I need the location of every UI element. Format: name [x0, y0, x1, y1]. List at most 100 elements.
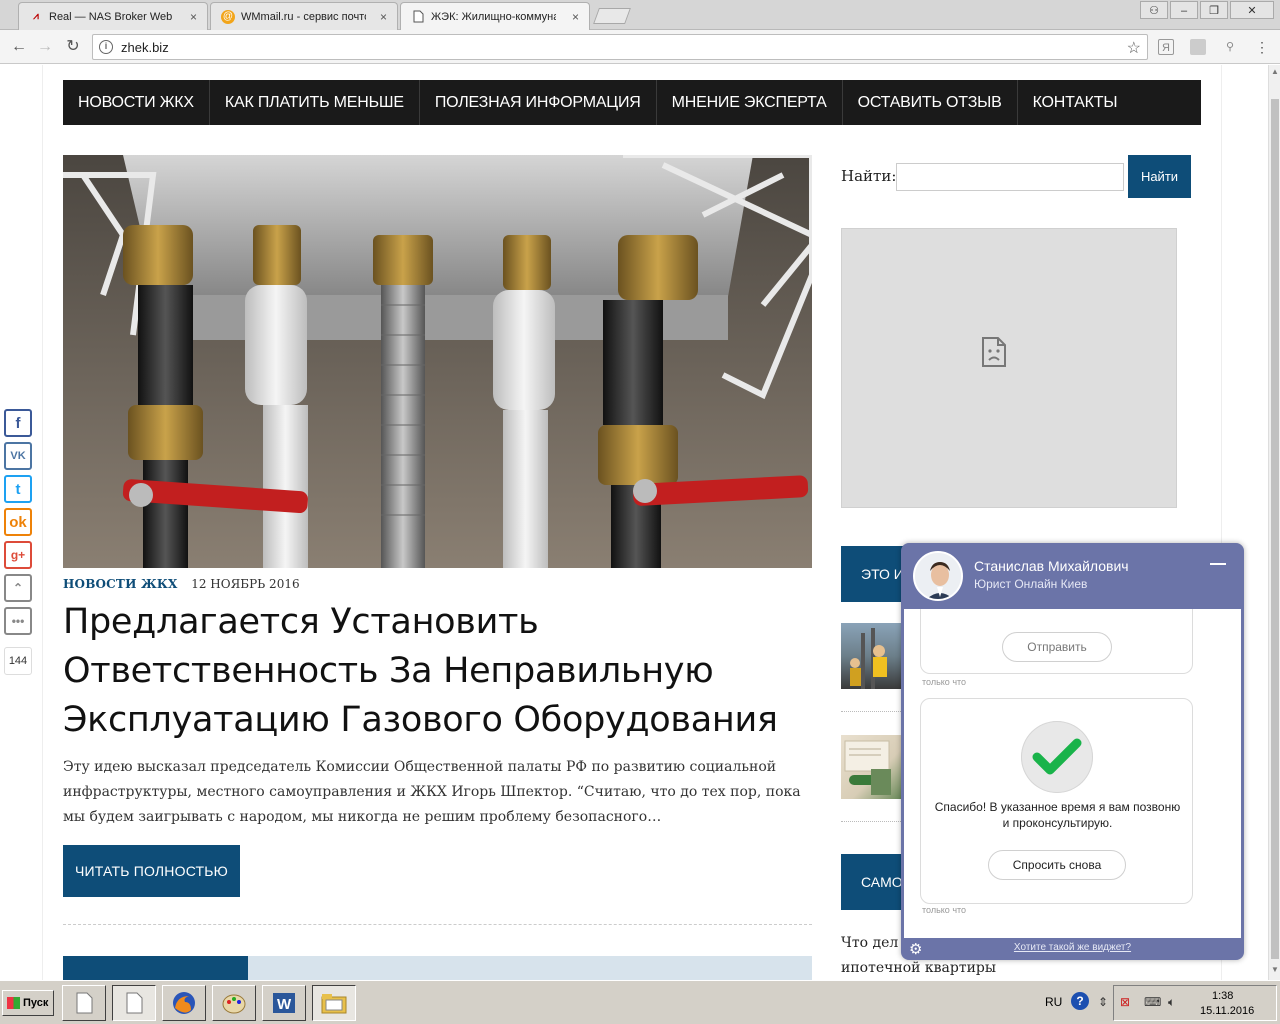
more-icon[interactable]: ••• [4, 607, 32, 635]
next-article-strip [63, 956, 812, 980]
tab-title: Real — NAS Broker Web MT [49, 10, 174, 23]
send-button[interactable]: Отправить [1002, 632, 1112, 662]
word-icon[interactable]: W [262, 985, 306, 1021]
volume-icon[interactable]: 🔈︎ [1168, 995, 1175, 1010]
minimize-button[interactable]: – [1170, 1, 1198, 19]
menu-icon[interactable]: ⋮ [1254, 39, 1270, 55]
sidebar-separator [841, 821, 901, 822]
close-icon[interactable]: × [190, 10, 197, 24]
search-label: Найти: [841, 167, 897, 185]
help-icon[interactable]: ? [1071, 992, 1089, 1010]
scroll-down-arrow[interactable]: ▼ [1271, 965, 1279, 974]
article-category-link[interactable]: НОВОСТИ ЖКХ [63, 577, 178, 591]
tray-expand-icon[interactable]: ⇕ [1098, 995, 1108, 1009]
chat-footer: Хотите такой же виджет? ⚙ [901, 938, 1244, 960]
message-timestamp: только что [922, 905, 967, 915]
network-warning-icon[interactable]: ⊠ [1120, 995, 1130, 1009]
chat-messages[interactable]: Отправить только что Спасибо! В указанно… [904, 609, 1241, 938]
bookmark-star-icon[interactable]: ☆ [1127, 38, 1141, 58]
start-button[interactable]: Пуск [2, 990, 54, 1016]
chat-message-bubble: Спасибо! В указанное время я вам позвоню… [920, 698, 1193, 904]
documents-image [844, 740, 891, 795]
svg-text:W: W [277, 996, 292, 1013]
close-icon[interactable]: × [380, 10, 387, 24]
vk-icon[interactable]: VK [4, 442, 32, 470]
clock-time[interactable]: 1:38 [1212, 990, 1233, 1002]
article-date: 12 НОЯБРЬ 2016 [191, 577, 300, 591]
nav-item-contacts[interactable]: КОНТАКТЫ [1018, 80, 1133, 125]
paint-icon[interactable] [212, 985, 256, 1021]
avatar [913, 551, 963, 601]
workers-image [850, 628, 887, 689]
language-indicator[interactable]: RU [1045, 995, 1062, 1009]
clock-date[interactable]: 15.11.2016 [1200, 1005, 1254, 1017]
window-controls: ⚇ – ❐ ✕ [1138, 1, 1274, 19]
tab-title: ЖЭК: Жилищно-коммунал [431, 11, 556, 23]
explorer-folder-icon[interactable] [312, 985, 356, 1021]
broken-page-icon [982, 337, 1006, 367]
nav-item-leave-review[interactable]: ОСТАВИТЬ ОТЗЫВ [843, 80, 1018, 125]
article-excerpt: Эту идею высказал председатель Комиссии … [63, 759, 801, 825]
article-title[interactable]: Предлагается Установить Ответственность … [63, 598, 812, 745]
ask-again-button[interactable]: Спросить снова [988, 850, 1126, 880]
back-icon[interactable]: ← [8, 36, 30, 58]
read-more-button[interactable]: ЧИТАТЬ ПОЛНОСТЬЮ [63, 845, 240, 897]
reload-icon[interactable]: ↻ [62, 36, 84, 58]
search-input[interactable] [896, 163, 1124, 191]
nav-item-news[interactable]: НОВОСТИ ЖКХ [63, 80, 210, 125]
gear-icon[interactable]: ⚙ [909, 940, 922, 958]
close-icon[interactable]: × [572, 10, 579, 24]
nav-item-useful-info[interactable]: ПОЛЕЗНАЯ ИНФОРМАЦИЯ [420, 80, 657, 125]
tab-zhek[interactable]: ЖЭК: Жилищно-коммунал × [400, 2, 590, 31]
facebook-icon[interactable]: f [4, 409, 32, 437]
article-divider [63, 924, 812, 925]
nav-item-pay-less[interactable]: КАК ПЛАТИТЬ МЕНЬШЕ [210, 80, 420, 125]
sidebar-post-thumbnail[interactable] [841, 735, 901, 799]
widget-promo-link[interactable]: Хотите такой же виджет? [901, 942, 1244, 953]
tab-wmmail[interactable]: @ WMmail.ru - сервис почтов × [210, 2, 398, 30]
google-plus-icon[interactable]: g+ [4, 541, 32, 569]
url-field[interactable]: i zhek.biz ☆ [92, 34, 1148, 60]
broker-icon: ⩘ [33, 10, 39, 22]
sidebar-post-thumbnail[interactable] [841, 623, 901, 689]
article-meta: НОВОСТИ ЖКХ 12 НОЯБРЬ 2016 [63, 576, 300, 591]
sidebar-post-title[interactable]: Что дел [841, 935, 898, 951]
scroll-up-icon[interactable]: ⌃ [4, 574, 32, 602]
scroll-up-arrow[interactable]: ▲ [1271, 67, 1279, 76]
chat-agent-name: Станислав Михайлович [974, 558, 1129, 574]
new-tab-button[interactable] [593, 8, 631, 24]
tab-broker[interactable]: ⩘ Real — NAS Broker Web MT × [18, 2, 208, 30]
info-icon[interactable]: i [99, 40, 113, 54]
share-count: 144 [4, 647, 32, 675]
browser-tabstrip: ⩘ Real — NAS Broker Web MT × @ WMmail.ru… [0, 0, 1280, 31]
nav-item-expert-opinion[interactable]: МНЕНИЕ ЭКСПЕРТА [657, 80, 843, 125]
search-ext-icon[interactable]: ⚲ [1222, 39, 1238, 55]
extension-icon[interactable] [1190, 39, 1206, 55]
boiler-pipes-image [63, 155, 812, 568]
odnoklassniki-icon[interactable]: ok [4, 508, 32, 536]
profile-icon[interactable]: ⚇ [1140, 1, 1168, 19]
twitter-icon[interactable]: t [4, 475, 32, 503]
yandex-icon[interactable]: Я [1158, 39, 1174, 55]
firefox-icon[interactable] [162, 985, 206, 1021]
article-image[interactable] [63, 155, 812, 568]
scrollbar-thumb[interactable] [1271, 99, 1279, 959]
search-button[interactable]: Найти [1128, 155, 1191, 198]
page-scrollbar[interactable]: ▲ ▼ [1268, 65, 1280, 980]
chat-agent-role: Юрист Онлайн Киев [974, 577, 1088, 591]
chat-header[interactable]: Станислав Михайлович Юрист Онлайн Киев [901, 543, 1244, 609]
checkmark-icon [1021, 721, 1093, 793]
network-icon[interactable]: ⌨ [1144, 995, 1161, 1009]
restore-button[interactable]: ❐ [1200, 1, 1228, 19]
taskbar: Пуск W RU ? ⇕ ⊠ ⌨ 🔈︎ 1:38 15.11.2016 [0, 980, 1280, 1024]
close-window-button[interactable]: ✕ [1230, 1, 1274, 19]
taskbar-document-icon[interactable] [112, 985, 156, 1021]
sidebar-post-title[interactable]: ипотечной квартиры [841, 960, 996, 976]
forward-icon[interactable]: → [34, 36, 56, 58]
message-timestamp: только что [922, 677, 967, 687]
tab-title: WMmail.ru - сервис почтов [241, 10, 366, 23]
taskbar-document-icon[interactable] [62, 985, 106, 1021]
chat-message-bubble: Отправить [920, 609, 1193, 674]
page-icon [411, 10, 425, 24]
minimize-icon[interactable] [1210, 563, 1226, 565]
